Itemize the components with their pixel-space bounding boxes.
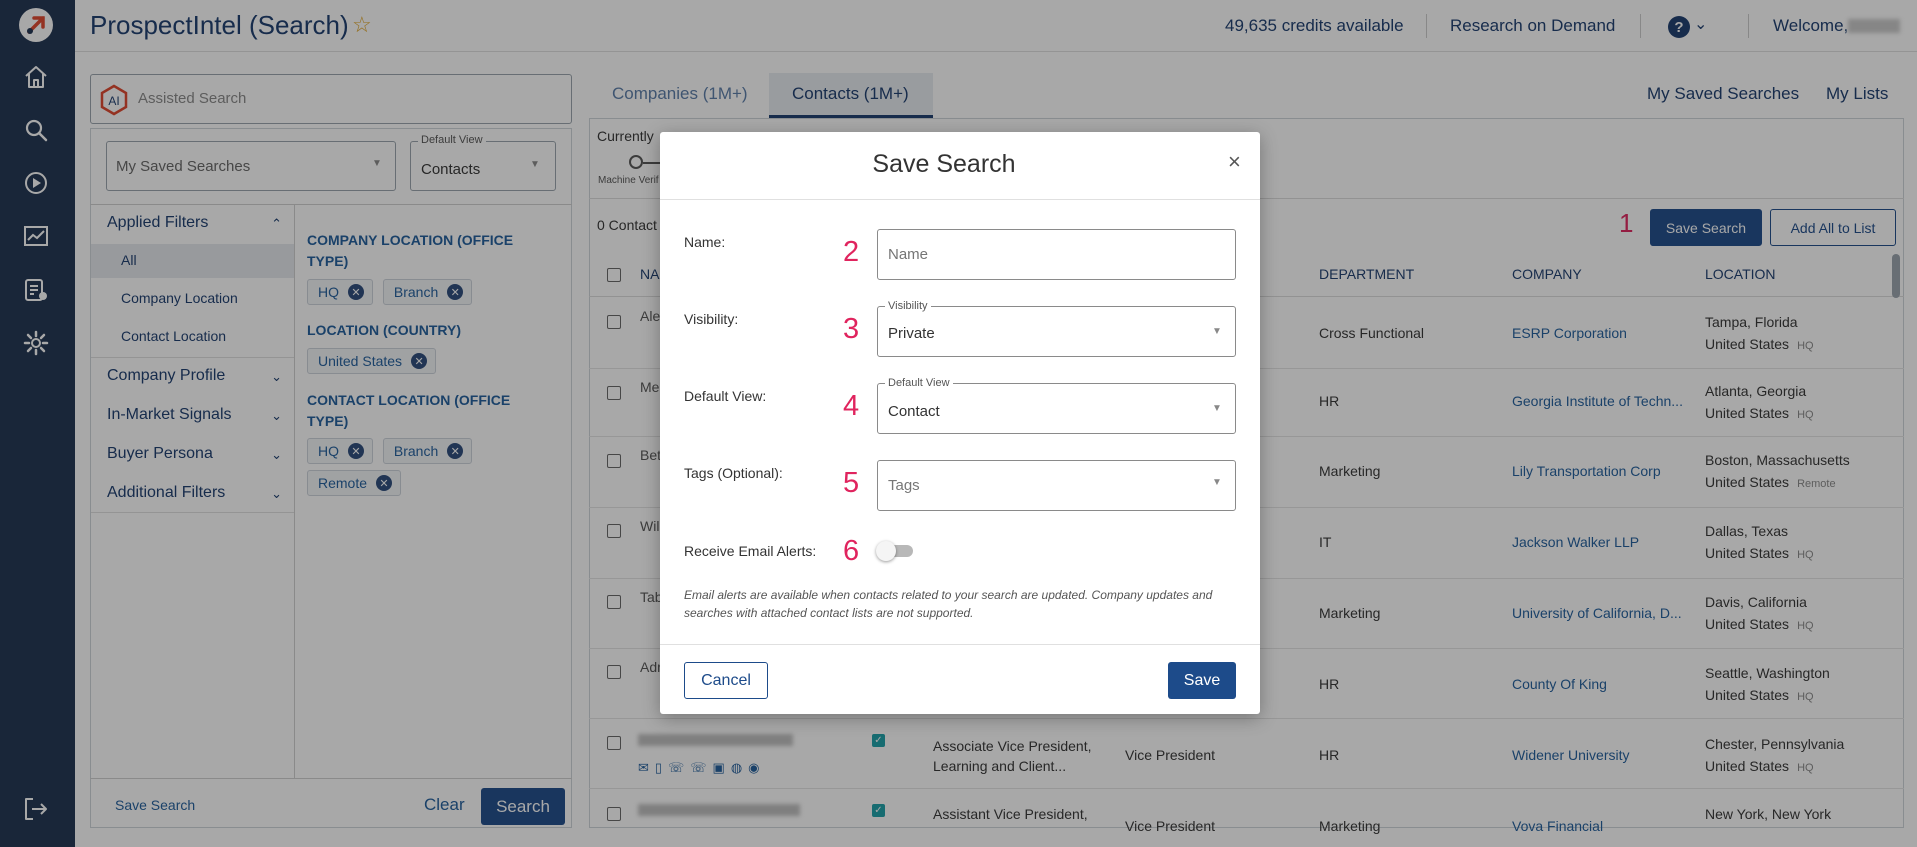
visibility-label: Visibility:: [684, 311, 739, 327]
step-marker-5: 5: [843, 467, 860, 499]
email-alerts-label: Receive Email Alerts:: [684, 543, 817, 559]
step-marker-3: 3: [843, 313, 860, 345]
caret-down-icon: ▼: [1212, 403, 1222, 414]
modal-title: Save Search: [872, 150, 1016, 178]
caret-down-icon: ▼: [1212, 477, 1222, 488]
divider: [660, 644, 1260, 645]
step-marker-6: 6: [843, 535, 860, 567]
close-icon[interactable]: ×: [1228, 149, 1241, 175]
visibility-value: Private: [888, 325, 935, 342]
toggle-knob[interactable]: [876, 541, 896, 561]
tags-select[interactable]: [877, 460, 1236, 511]
email-alerts-note: Email alerts are available when contacts…: [684, 588, 1213, 620]
save-button[interactable]: Save: [1168, 662, 1236, 699]
divider: [660, 199, 1260, 200]
tags-placeholder: Tags: [888, 477, 920, 494]
cancel-button[interactable]: Cancel: [684, 662, 768, 699]
tags-label: Tags (Optional):: [684, 465, 783, 481]
default-view-field-label: Default View: [885, 377, 953, 389]
name-field[interactable]: [877, 229, 1236, 280]
default-view-label: Default View:: [684, 388, 767, 404]
visibility-field-label: Visibility: [885, 300, 931, 312]
default-view-value: Contact: [888, 403, 940, 420]
caret-down-icon: ▼: [1212, 326, 1222, 337]
name-label: Name:: [684, 234, 726, 250]
step-marker-2: 2: [843, 236, 860, 268]
step-marker-4: 4: [843, 390, 860, 422]
